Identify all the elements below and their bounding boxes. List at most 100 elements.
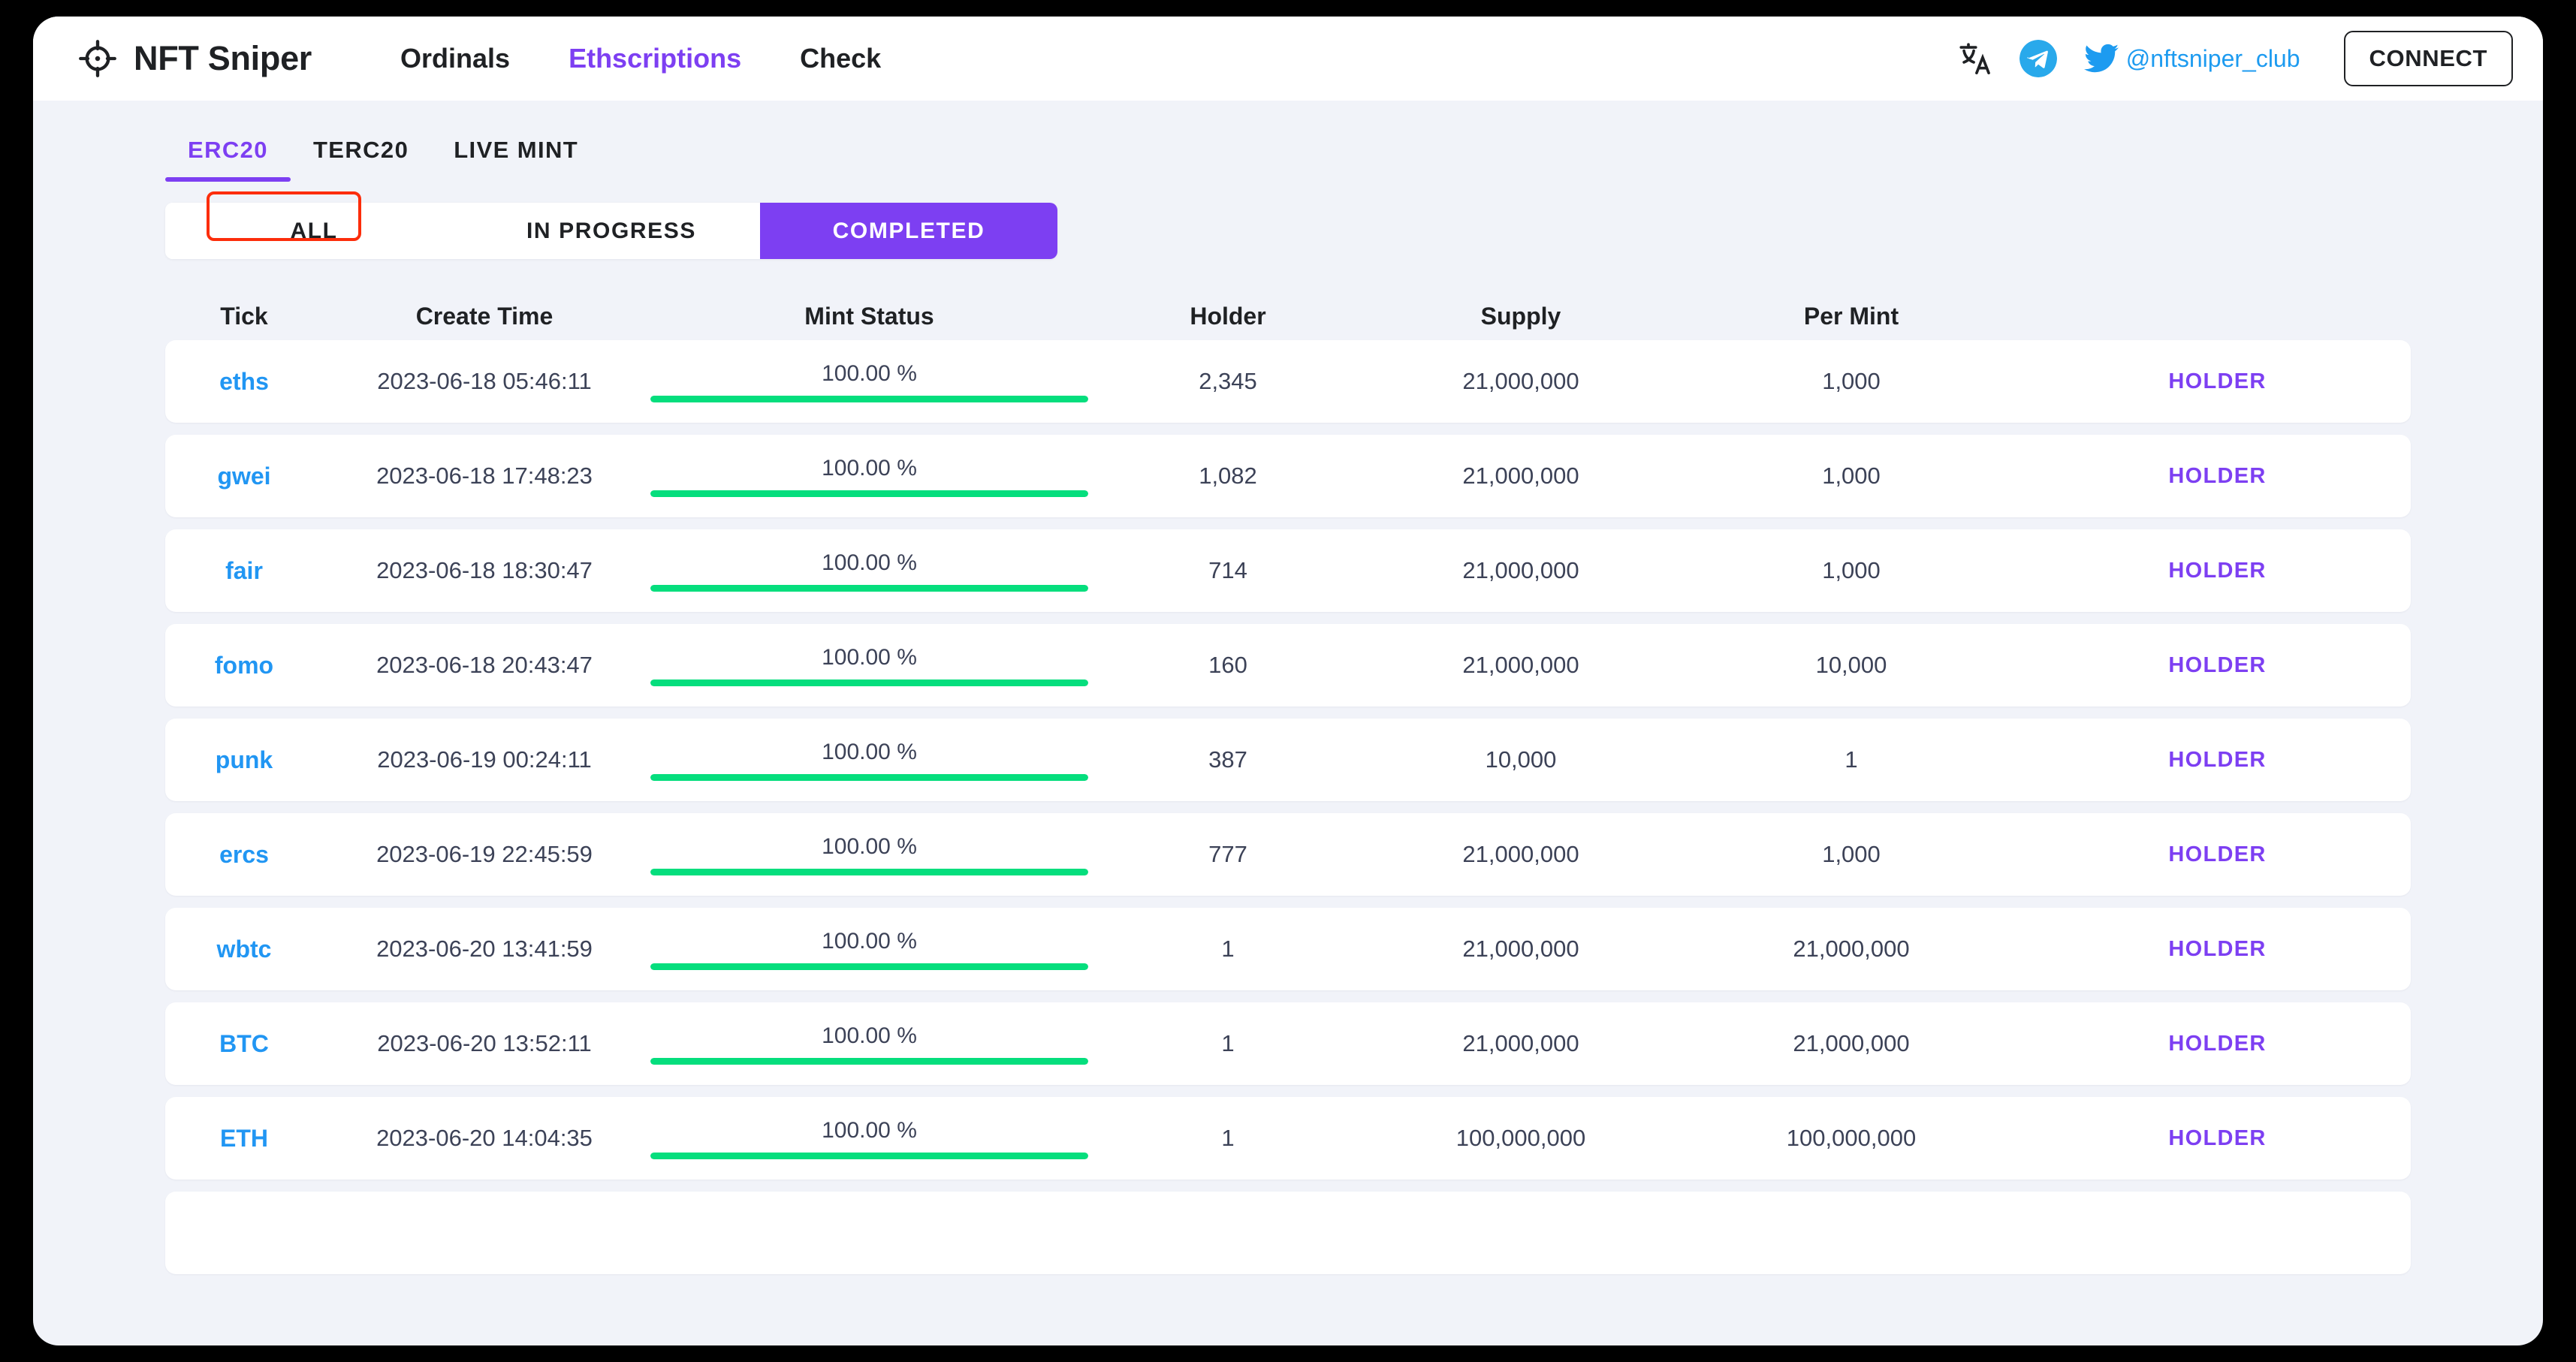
cell-per-mint: 1	[1845, 746, 1858, 773]
cell-per-mint: 10,000	[1815, 652, 1887, 678]
filter-completed[interactable]: COMPLETED	[760, 203, 1057, 259]
cell-create-time: 2023-06-19 22:45:59	[376, 841, 593, 867]
mint-progress-bar	[650, 1057, 1088, 1065]
cell-holder-count: 387	[1208, 746, 1247, 773]
cell-per-mint: 1,000	[1822, 368, 1881, 394]
cell-tick[interactable]: fair	[165, 557, 323, 585]
holder-link-button[interactable]: HOLDER	[2024, 1126, 2411, 1151]
brand-logo[interactable]: NFT Sniper	[78, 39, 312, 78]
header-actions: @nftsniper_club CONNECT	[1958, 31, 2513, 86]
column-header-mint-status: Mint Status	[804, 302, 934, 330]
holder-link-button[interactable]: HOLDER	[2024, 464, 2411, 489]
connect-button[interactable]: CONNECT	[2343, 31, 2513, 86]
cell-tick[interactable]: eths	[165, 368, 323, 396]
holder-link-button[interactable]: HOLDER	[2024, 1032, 2411, 1056]
nav-item-ordinals[interactable]: Ordinals	[400, 43, 510, 74]
cell-per-mint: 21,000,000	[1793, 936, 1910, 962]
table-header: Tick Create Time Mint Status Holder Supp…	[165, 292, 2411, 340]
cell-supply: 21,000,000	[1462, 1030, 1579, 1056]
cell-holder-count: 2,345	[1199, 368, 1257, 394]
cell-create-time: 2023-06-20 13:41:59	[376, 936, 593, 962]
cell-per-mint: 1,000	[1822, 557, 1881, 583]
cell-tick[interactable]: BTC	[165, 1030, 323, 1058]
column-header-per-mint: Per Mint	[1803, 302, 1899, 330]
cell-tick[interactable]: gwei	[165, 463, 323, 490]
mint-progress-fill	[650, 584, 1088, 592]
mint-progress-fill	[650, 1152, 1088, 1159]
cell-tick[interactable]: punk	[165, 746, 323, 774]
mint-progress-bar	[650, 963, 1088, 970]
cell-tick[interactable]: ETH	[165, 1125, 323, 1153]
tab-erc20[interactable]: ERC20	[165, 137, 291, 182]
main-nav: Ordinals Ethscriptions Check	[400, 43, 881, 74]
cell-supply: 21,000,000	[1462, 557, 1579, 583]
tab-terc20[interactable]: TERC20	[291, 137, 431, 182]
mint-percent-label: 100.00 %	[822, 928, 917, 954]
cell-create-time: 2023-06-20 14:04:35	[376, 1125, 593, 1151]
cell-mint-status: 100.00 %	[646, 1023, 1093, 1065]
telegram-icon[interactable]	[2019, 40, 2057, 77]
column-header-supply: Supply	[1480, 302, 1561, 330]
cell-tick[interactable]: fomo	[165, 652, 323, 679]
twitter-handle[interactable]: @nftsniper_club	[2083, 44, 2300, 74]
cell-supply: 21,000,000	[1462, 841, 1579, 867]
table-row[interactable]: punk 2023-06-19 00:24:11 100.00 % 387 10,000…	[165, 719, 2411, 801]
holder-link-button[interactable]: HOLDER	[2024, 653, 2411, 678]
cell-supply: 100,000,000	[1455, 1125, 1586, 1151]
cell-supply: 21,000,000	[1462, 652, 1579, 678]
cell-mint-status: 100.00 %	[646, 834, 1093, 875]
cell-create-time: 2023-06-20 13:52:11	[377, 1030, 592, 1056]
filter-in-progress[interactable]: IN PROGRESS	[463, 203, 760, 259]
token-table: Tick Create Time Mint Status Holder Supp…	[165, 292, 2411, 1274]
cell-mint-status: 100.00 %	[646, 1118, 1093, 1159]
table-row[interactable]: ercs 2023-06-19 22:45:59 100.00 % 777 21,000…	[165, 813, 2411, 896]
nav-item-check[interactable]: Check	[800, 43, 881, 74]
filter-all[interactable]: ALL	[165, 203, 463, 259]
nav-item-ethscriptions[interactable]: Ethscriptions	[569, 43, 741, 74]
mint-percent-label: 100.00 %	[822, 1023, 917, 1048]
holder-link-button[interactable]: HOLDER	[2024, 748, 2411, 773]
cell-per-mint: 21,000,000	[1793, 1030, 1910, 1056]
top-header: NFT Sniper Ordinals Ethscriptions Check	[33, 17, 2543, 101]
tab-live-mint[interactable]: LIVE MINT	[431, 137, 601, 182]
mint-percent-label: 100.00 %	[822, 739, 917, 764]
cell-mint-status: 100.00 %	[646, 645, 1093, 686]
cell-mint-status: 100.00 %	[646, 456, 1093, 497]
cell-holder-count: 160	[1208, 652, 1247, 678]
mint-percent-label: 100.00 %	[822, 644, 917, 670]
table-row[interactable]: wbtc 2023-06-20 13:41:59 100.00 % 1 21,000,0…	[165, 908, 2411, 990]
translate-icon[interactable]	[1958, 41, 1992, 76]
mint-progress-fill	[650, 679, 1088, 686]
cell-supply: 21,000,000	[1462, 463, 1579, 489]
status-filter-group: ALL IN PROGRESS COMPLETED	[165, 203, 1057, 259]
table-body: eths 2023-06-18 05:46:11 100.00 % 2,345 21,0…	[165, 340, 2411, 1274]
mint-progress-fill	[650, 963, 1088, 970]
mint-progress-bar	[650, 868, 1088, 875]
table-row[interactable]: fomo 2023-06-18 20:43:47 100.00 % 160 21,000…	[165, 624, 2411, 707]
table-row[interactable]: ETH 2023-06-20 14:04:35 100.00 % 1 100,000,0…	[165, 1097, 2411, 1180]
mint-progress-bar	[650, 490, 1088, 497]
table-row[interactable]	[165, 1192, 2411, 1274]
cell-create-time: 2023-06-18 20:43:47	[376, 652, 593, 678]
table-row[interactable]: BTC 2023-06-20 13:52:11 100.00 % 1 21,000,00…	[165, 1002, 2411, 1085]
mint-progress-fill	[650, 1057, 1088, 1065]
holder-link-button[interactable]: HOLDER	[2024, 559, 2411, 583]
cell-create-time: 2023-06-18 17:48:23	[376, 463, 593, 489]
cell-per-mint: 100,000,000	[1786, 1125, 1917, 1151]
content-tabs: ERC20 TERC20 LIVE MINT	[33, 101, 2543, 182]
table-row[interactable]: gwei 2023-06-18 17:48:23 100.00 % 1,082 21,0…	[165, 435, 2411, 517]
holder-link-button[interactable]: HOLDER	[2024, 842, 2411, 867]
table-row[interactable]: eths 2023-06-18 05:46:11 100.00 % 2,345 21,0…	[165, 340, 2411, 423]
holder-link-button[interactable]: HOLDER	[2024, 937, 2411, 962]
cell-holder-count: 1	[1221, 1125, 1235, 1151]
cell-supply: 21,000,000	[1462, 936, 1579, 962]
app-viewport: NFT Sniper Ordinals Ethscriptions Check	[33, 17, 2543, 1345]
holder-link-button[interactable]: HOLDER	[2024, 369, 2411, 394]
table-row[interactable]: fair 2023-06-18 18:30:47 100.00 % 714 21,000…	[165, 529, 2411, 612]
crosshair-icon	[78, 39, 117, 78]
cell-tick[interactable]: wbtc	[165, 936, 323, 963]
mint-progress-bar	[650, 395, 1088, 402]
mint-progress-fill	[650, 773, 1088, 781]
mint-progress-fill	[650, 490, 1088, 497]
cell-tick[interactable]: ercs	[165, 841, 323, 869]
